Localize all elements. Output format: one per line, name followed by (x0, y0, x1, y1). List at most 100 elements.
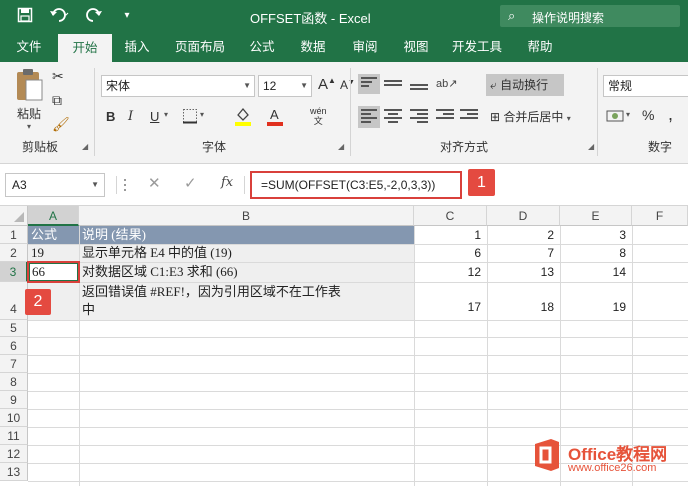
tab-home[interactable]: 开始 (58, 34, 112, 62)
fill-color-icon[interactable] (234, 106, 252, 129)
align-bottom-icon[interactable] (410, 76, 428, 92)
cell-d3[interactable]: 13 (487, 262, 560, 282)
formula-input[interactable]: =SUM(OFFSET(C3:E5,-2,0,3,3)) (250, 171, 462, 199)
cell-d1[interactable]: 2 (487, 226, 560, 244)
undo-icon[interactable] (48, 7, 70, 25)
tab-formulas[interactable]: 公式 (242, 32, 282, 62)
cut-icon[interactable]: ✂ (52, 68, 64, 85)
row-header-6[interactable]: 6 (0, 337, 28, 355)
row-header-3[interactable]: 3 (0, 262, 28, 282)
tab-help[interactable]: 帮助 (520, 32, 560, 62)
insert-function-icon[interactable]: fx (221, 175, 233, 190)
dialog-launcher-icon[interactable]: ◢ (588, 142, 594, 151)
phonetic-guide-icon[interactable]: wén 文 (310, 106, 327, 126)
orientation-icon[interactable]: ab↗ (436, 76, 457, 92)
save-icon[interactable] (16, 7, 34, 25)
paste-button[interactable]: 粘贴 ▾ (12, 68, 46, 131)
cell-e2[interactable]: 8 (560, 244, 632, 262)
cell-a1[interactable]: 公式 (31, 226, 57, 244)
cell-e4[interactable]: 19 (560, 282, 632, 320)
decrease-indent-icon[interactable] (436, 109, 454, 125)
copy-icon[interactable]: ⧉ (52, 92, 62, 109)
align-left-icon[interactable] (358, 106, 380, 128)
chevron-down-icon[interactable]: ▾ (200, 110, 204, 119)
redo-icon[interactable] (84, 7, 106, 25)
chevron-down-icon[interactable]: ▾ (118, 7, 136, 25)
cell-a3-selected[interactable]: 66 (27, 261, 80, 283)
cell-b4-line1[interactable]: 返回错误值 #REF!，因为引用区域不在工作表 (82, 283, 341, 301)
dialog-launcher-icon[interactable]: ◢ (338, 142, 344, 151)
cell-b2[interactable]: 显示单元格 E4 中的值 (19) (82, 244, 232, 262)
row-header-13[interactable]: 13 (0, 463, 28, 481)
title-bar: ▾ OFFSET函数 - Excel ⌕ 操作说明搜索 (0, 0, 688, 32)
cell-c2[interactable]: 6 (414, 244, 487, 262)
align-right-icon[interactable] (410, 109, 428, 125)
increase-indent-icon[interactable] (460, 109, 478, 125)
gridline (28, 427, 688, 428)
chevron-down-icon[interactable]: ▾ (626, 110, 630, 119)
cell-e1[interactable]: 3 (560, 226, 632, 244)
dialog-launcher-icon[interactable]: ◢ (82, 142, 88, 151)
font-color-icon[interactable]: A (266, 106, 284, 129)
align-center-icon[interactable] (384, 109, 402, 125)
enter-icon[interactable]: ✓ (184, 174, 197, 192)
percent-style-button[interactable]: % (642, 107, 654, 123)
tell-me-search[interactable]: ⌕ 操作说明搜索 (500, 5, 680, 27)
font-name-select[interactable]: 宋体 ▼ (101, 75, 255, 97)
column-header-a[interactable]: A (28, 206, 79, 226)
cell-c1[interactable]: 1 (414, 226, 487, 244)
tab-file[interactable]: 文件 (4, 32, 54, 62)
cell-d2[interactable]: 7 (487, 244, 560, 262)
tab-developer[interactable]: 开发工具 (446, 32, 508, 62)
merge-center-label: 合并后居中 (503, 110, 564, 124)
chevron-down-icon[interactable]: ▾ (164, 110, 168, 119)
tab-view[interactable]: 视图 (396, 32, 436, 62)
row-header-10[interactable]: 10 (0, 409, 28, 427)
shrink-font-icon[interactable]: A▼ (340, 78, 355, 92)
cell-b1[interactable]: 说明 (结果) (82, 226, 146, 244)
tab-insert[interactable]: 插入 (116, 32, 158, 62)
cell-d4[interactable]: 18 (487, 282, 560, 320)
row-header-5[interactable]: 5 (0, 320, 28, 337)
cancel-icon[interactable]: ✕ (148, 174, 161, 192)
comma-style-button[interactable]: , (668, 104, 673, 125)
align-middle-icon[interactable] (384, 76, 402, 92)
row-header-9[interactable]: 9 (0, 391, 28, 409)
row-header-11[interactable]: 11 (0, 427, 28, 445)
cell-b3[interactable]: 对数据区域 C1:E3 求和 (66) (82, 262, 238, 282)
tab-data[interactable]: 数据 (292, 32, 334, 62)
column-header-b[interactable]: B (79, 206, 414, 226)
underline-button[interactable]: U (150, 109, 159, 124)
format-painter-icon[interactable]: 🖌 (52, 116, 70, 133)
name-box[interactable]: A3 ▼ (5, 173, 105, 197)
cell-c4[interactable]: 17 (414, 282, 487, 320)
font-size-select[interactable]: 12 ▼ (258, 75, 312, 97)
row-header-8[interactable]: 8 (0, 373, 28, 391)
paste-icon (17, 69, 43, 101)
cell-e3[interactable]: 14 (560, 262, 632, 282)
column-header-c[interactable]: C (414, 206, 487, 226)
row-header-12[interactable]: 12 (0, 445, 28, 463)
column-header-d[interactable]: D (487, 206, 560, 226)
column-header-e[interactable]: E (560, 206, 632, 226)
number-format-select[interactable]: 常规 (603, 75, 688, 97)
bold-button[interactable]: B (106, 109, 115, 124)
tab-page-layout[interactable]: 页面布局 (168, 32, 232, 62)
accounting-format-icon[interactable] (606, 108, 624, 127)
italic-button[interactable]: I (128, 109, 133, 124)
merge-center-button[interactable]: ⊞ 合并后居中 ▾ (486, 106, 592, 128)
align-top-icon[interactable] (358, 74, 380, 94)
chevron-down-icon: ▼ (91, 180, 99, 189)
cell-c3[interactable]: 12 (414, 262, 487, 282)
select-all-button[interactable] (0, 206, 28, 226)
row-header-4[interactable]: 4 (0, 282, 28, 320)
row-header-1[interactable]: 1 (0, 226, 28, 244)
tab-review[interactable]: 审阅 (344, 32, 386, 62)
row-header-2[interactable]: 2 (0, 244, 28, 262)
column-header-f[interactable]: F (632, 206, 688, 226)
row-header-7[interactable]: 7 (0, 355, 28, 373)
borders-icon[interactable] (182, 108, 198, 127)
wrap-text-button[interactable]: ⤶ 自动换行 (486, 74, 564, 96)
cell-a2[interactable]: 19 (31, 244, 44, 262)
grow-font-icon[interactable]: A▲ (318, 76, 336, 93)
